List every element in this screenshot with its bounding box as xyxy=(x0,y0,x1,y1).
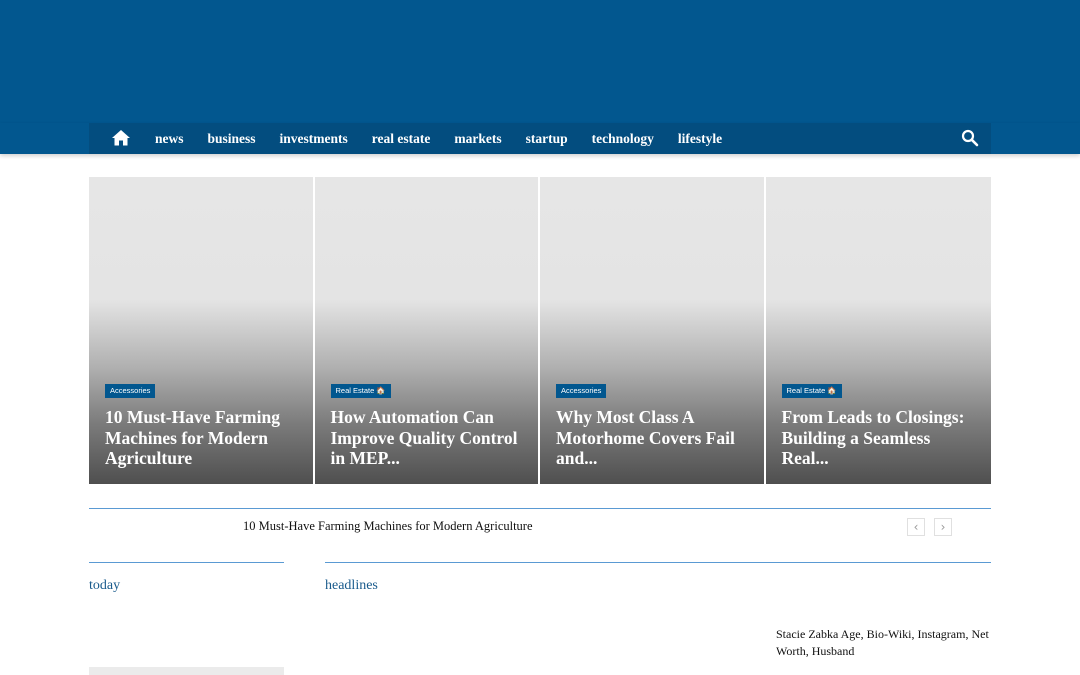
featured-card-title[interactable]: 10 Must-Have Farming Machines for Modern… xyxy=(105,407,303,469)
main-navigation: news business investments real estate ma… xyxy=(0,123,1080,154)
ticker-next-button[interactable]: › xyxy=(934,518,952,536)
site-header xyxy=(0,0,1080,123)
category-badge[interactable]: Accessories xyxy=(556,384,607,398)
nav-item-lifestyle[interactable]: lifestyle xyxy=(678,131,722,147)
ticker-prev-button[interactable]: ‹ xyxy=(907,518,925,536)
article-thumbnail[interactable] xyxy=(89,667,284,675)
featured-card[interactable]: Real Estate 🏠 How Automation Can Improve… xyxy=(314,177,538,484)
nav-bar: news business investments real estate ma… xyxy=(89,123,991,154)
section-title-headlines: headlines xyxy=(325,578,378,593)
home-icon[interactable] xyxy=(111,128,131,148)
nav-item-business[interactable]: business xyxy=(208,131,256,147)
featured-card[interactable]: Real Estate 🏠 From Leads to Closings: Bu… xyxy=(765,177,991,484)
news-ticker: 10 Must-Have Farming Machines for Modern… xyxy=(89,508,991,539)
nav-item-technology[interactable]: technology xyxy=(592,131,654,147)
search-icon[interactable] xyxy=(961,129,979,147)
nav-item-investments[interactable]: investments xyxy=(280,131,348,147)
nav-item-markets[interactable]: markets xyxy=(454,131,501,147)
section-title-today: today xyxy=(89,578,121,593)
side-article-title[interactable]: Stacie Zabka Age, Bio-Wiki, Instagram, N… xyxy=(776,626,990,660)
today-divider xyxy=(89,562,284,563)
ticker-headline[interactable]: 10 Must-Have Farming Machines for Modern… xyxy=(243,519,533,534)
featured-card[interactable]: Accessories Why Most Class A Motorhome C… xyxy=(540,177,764,484)
nav-item-news[interactable]: news xyxy=(155,131,184,147)
category-badge[interactable]: Real Estate 🏠 xyxy=(781,384,842,398)
featured-card-title[interactable]: How Automation Can Improve Quality Contr… xyxy=(331,407,529,469)
featured-slider: Accessories 10 Must-Have Farming Machine… xyxy=(89,177,991,484)
headlines-divider xyxy=(325,562,991,563)
featured-card-title[interactable]: From Leads to Closings: Building a Seaml… xyxy=(782,407,982,469)
nav-item-startup[interactable]: startup xyxy=(526,131,568,147)
nav-item-real-estate[interactable]: real estate xyxy=(372,131,431,147)
category-badge[interactable]: Real Estate 🏠 xyxy=(330,384,391,398)
category-badge[interactable]: Accessories xyxy=(105,384,156,398)
featured-card[interactable]: Accessories 10 Must-Have Farming Machine… xyxy=(89,177,313,484)
featured-card-title[interactable]: Why Most Class A Motorhome Covers Fail a… xyxy=(556,407,754,469)
